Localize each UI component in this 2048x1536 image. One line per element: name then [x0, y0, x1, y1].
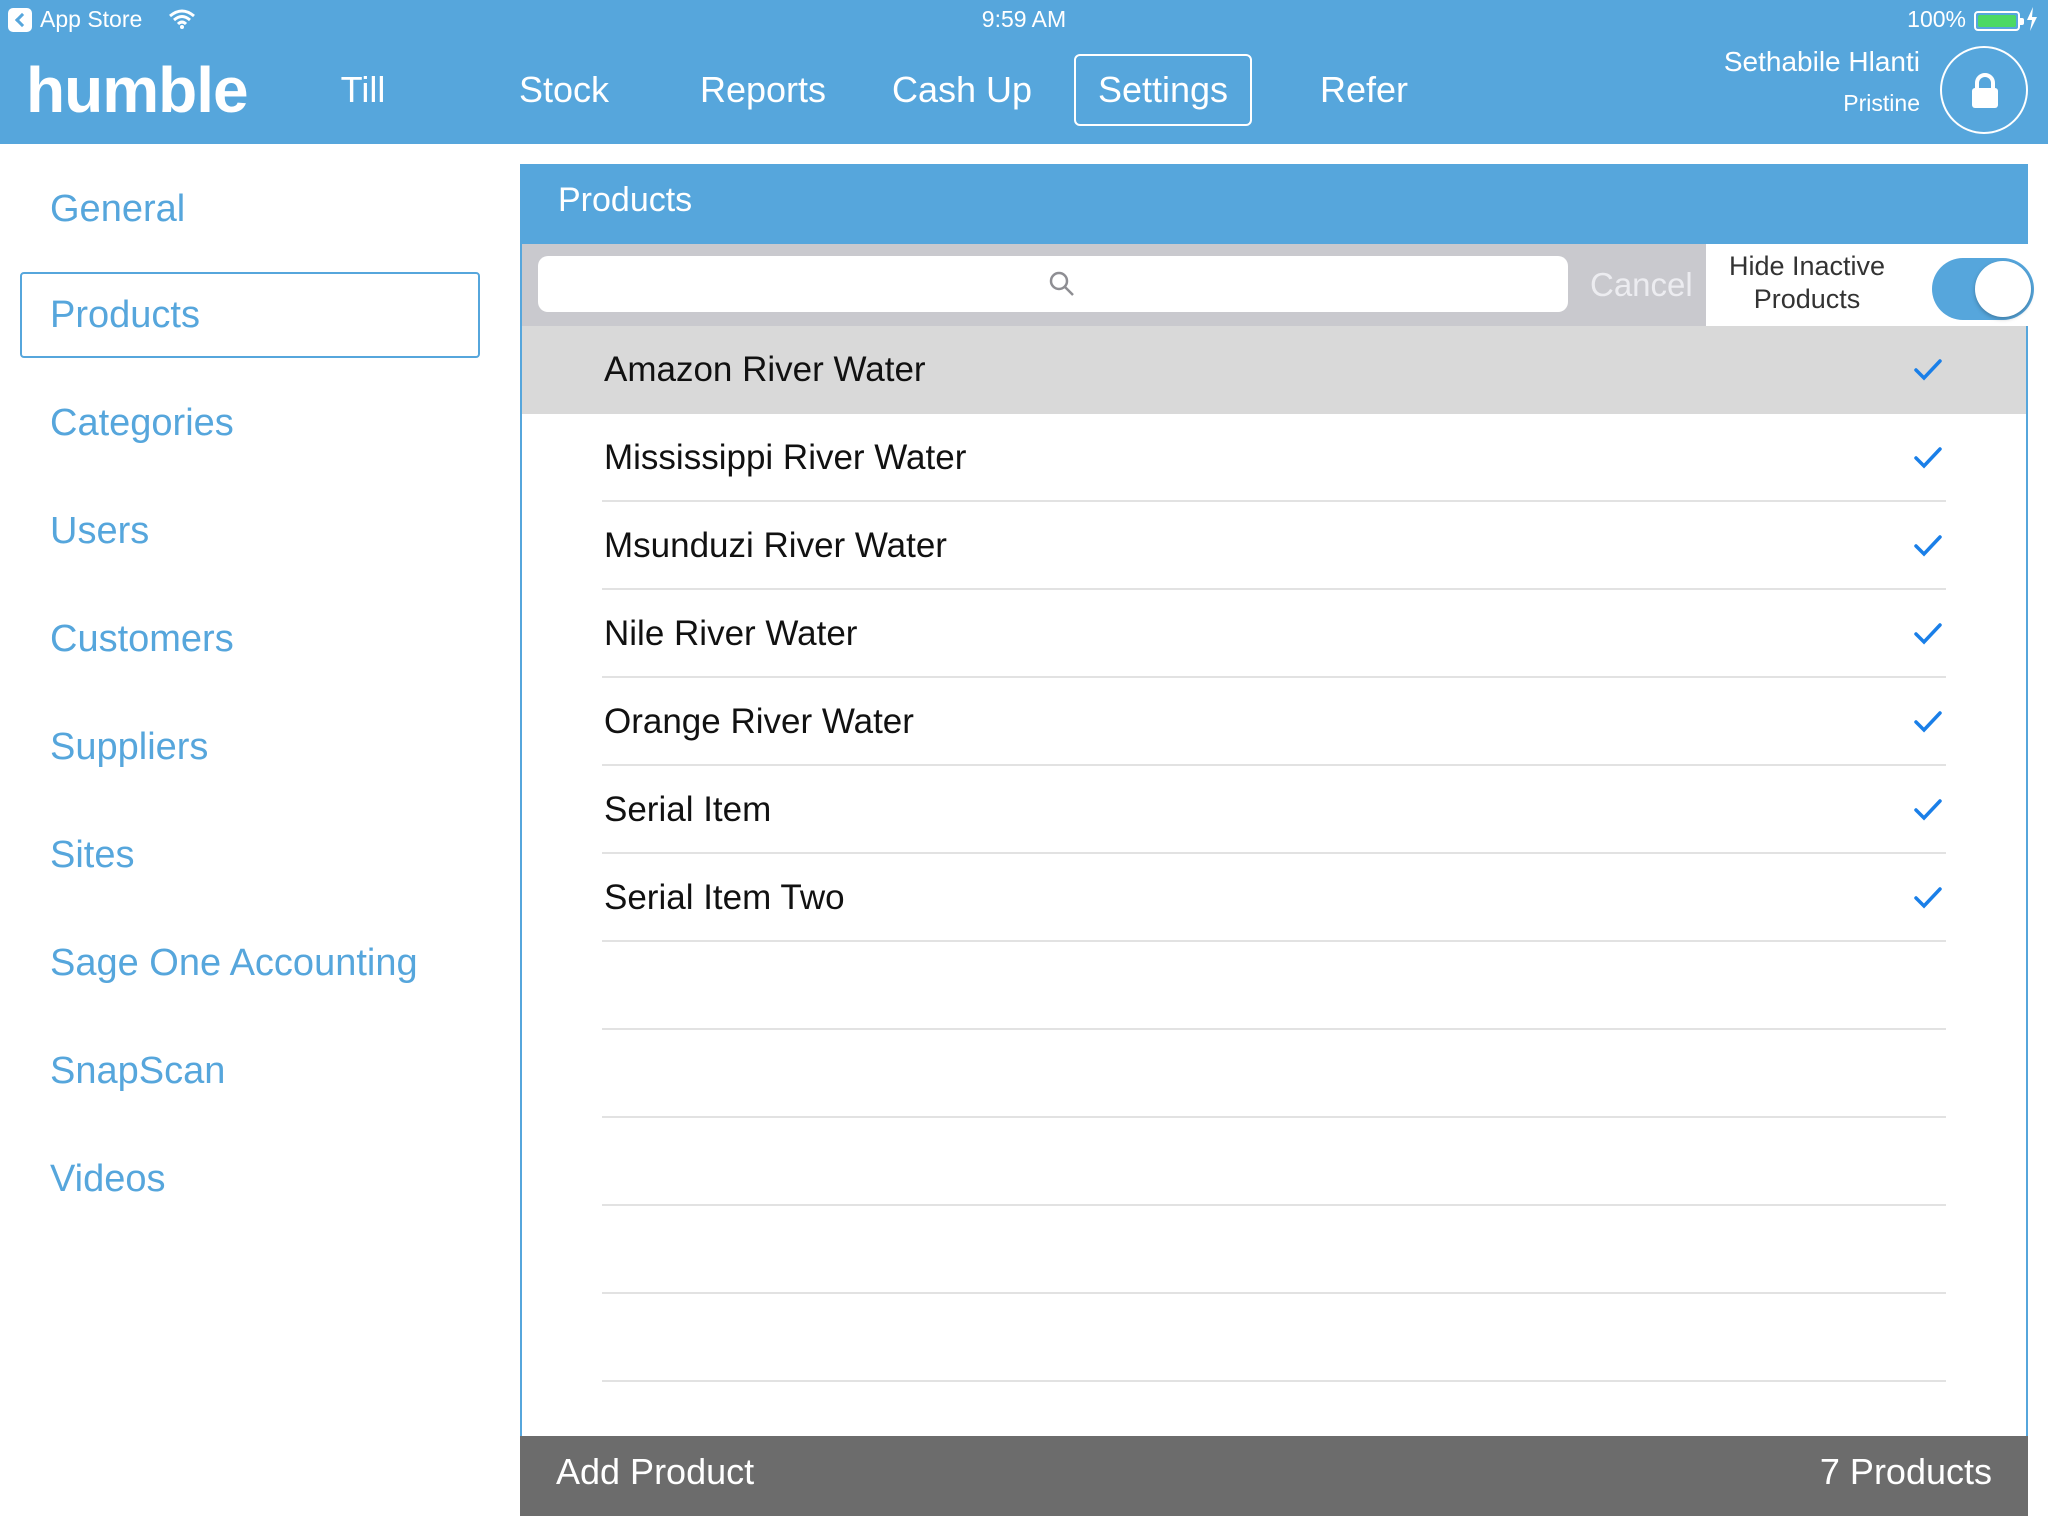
empty-row: [522, 1294, 2026, 1382]
battery-percent: 100%: [1907, 6, 1966, 32]
product-row[interactable]: Nile River Water: [522, 590, 2026, 678]
sidebar-item-sites[interactable]: Sites: [20, 812, 480, 898]
sidebar-item-products[interactable]: Products: [20, 272, 480, 358]
row-divider: [602, 1380, 1946, 1382]
sidebar-item-users[interactable]: Users: [20, 488, 480, 574]
empty-row: [522, 1030, 2026, 1118]
nav-settings[interactable]: Settings: [1074, 54, 1252, 126]
empty-row: [522, 1206, 2026, 1294]
product-list: Amazon River Water Mississippi River Wate…: [522, 326, 2026, 1382]
product-row[interactable]: Mississippi River Water: [522, 414, 2026, 502]
checkmark-icon: [1914, 359, 1942, 381]
nav-stock[interactable]: Stock: [510, 54, 618, 126]
panel-title: Products: [520, 164, 2028, 244]
sidebar-item-categories[interactable]: Categories: [20, 380, 480, 466]
charging-bolt-icon: [2027, 7, 2037, 31]
product-name: Nile River Water: [604, 614, 858, 653]
product-row[interactable]: Serial Item Two: [522, 854, 2026, 942]
status-time: 9:59 AM: [981, 6, 1067, 32]
humble-logo: humble: [26, 54, 249, 126]
sidebar-item-suppliers[interactable]: Suppliers: [20, 704, 480, 790]
checkmark-icon: [1914, 711, 1942, 733]
hide-inactive-label: Hide Inactive Products: [1706, 250, 1908, 316]
user-name: Sethabile Hlanti: [1723, 46, 1920, 77]
sidebar-item-customers[interactable]: Customers: [20, 596, 480, 682]
checkmark-icon: [1914, 799, 1942, 821]
battery-icon: [1974, 11, 2024, 31]
product-row[interactable]: Msunduzi River Water: [522, 502, 2026, 590]
product-name: Mississippi River Water: [604, 438, 967, 477]
hide-inactive-label-line2: Products: [1753, 284, 1861, 314]
top-bar: App Store 9:59 AM 100% humble Till Stock…: [0, 0, 2048, 144]
product-name: Amazon River Water: [604, 350, 926, 389]
nav-refer[interactable]: Refer: [1312, 54, 1416, 126]
product-name: Msunduzi River Water: [604, 526, 947, 565]
search-bar: Cancel: [522, 244, 1706, 326]
empty-row: [522, 942, 2026, 1030]
site-name: Pristine: [1843, 90, 1920, 116]
add-product-button[interactable]: Add Product: [556, 1436, 754, 1508]
sidebar-item-general[interactable]: General: [20, 166, 480, 252]
product-row[interactable]: Serial Item: [522, 766, 2026, 854]
hide-inactive-area: Hide Inactive Products: [1706, 244, 2034, 326]
status-bar: App Store 9:59 AM 100%: [0, 0, 2048, 40]
product-count: 7 Products: [1819, 1451, 1992, 1492]
hide-inactive-label-line1: Hide Inactive: [1728, 251, 1886, 281]
cancel-search-button[interactable]: Cancel: [1590, 266, 1693, 304]
lock-button[interactable]: [1940, 46, 2028, 134]
sidebar-item-videos[interactable]: Videos: [20, 1136, 480, 1222]
products-panel: Products Cancel Hide Inactive Products A…: [520, 164, 2034, 1516]
settings-sidebar: General Products Categories Users Custom…: [0, 144, 500, 1536]
checkmark-icon: [1914, 447, 1942, 469]
product-name: Orange River Water: [604, 702, 914, 741]
product-name: Serial Item: [604, 790, 772, 829]
lock-icon: [1972, 73, 1998, 108]
product-row[interactable]: Amazon River Water: [522, 326, 2026, 414]
search-field[interactable]: [538, 256, 1568, 312]
empty-row: [522, 1118, 2026, 1206]
product-row[interactable]: Orange River Water: [522, 678, 2026, 766]
checkmark-icon: [1914, 535, 1942, 557]
search-input[interactable]: [538, 256, 1568, 312]
nav-cash-up[interactable]: Cash Up: [892, 54, 1032, 126]
sidebar-item-sage-one-accounting[interactable]: Sage One Accounting: [20, 920, 480, 1006]
sidebar-item-snapscan[interactable]: SnapScan: [20, 1028, 480, 1114]
toggle-knob: [1975, 261, 2031, 317]
checkmark-icon: [1914, 623, 1942, 645]
nav-till[interactable]: Till: [330, 54, 396, 126]
nav-reports[interactable]: Reports: [698, 54, 828, 126]
checkmark-icon: [1914, 887, 1942, 909]
panel-footer: Add Product 7 Products: [520, 1436, 2028, 1516]
product-name: Serial Item Two: [604, 878, 845, 917]
hide-inactive-toggle[interactable]: [1932, 258, 2034, 320]
